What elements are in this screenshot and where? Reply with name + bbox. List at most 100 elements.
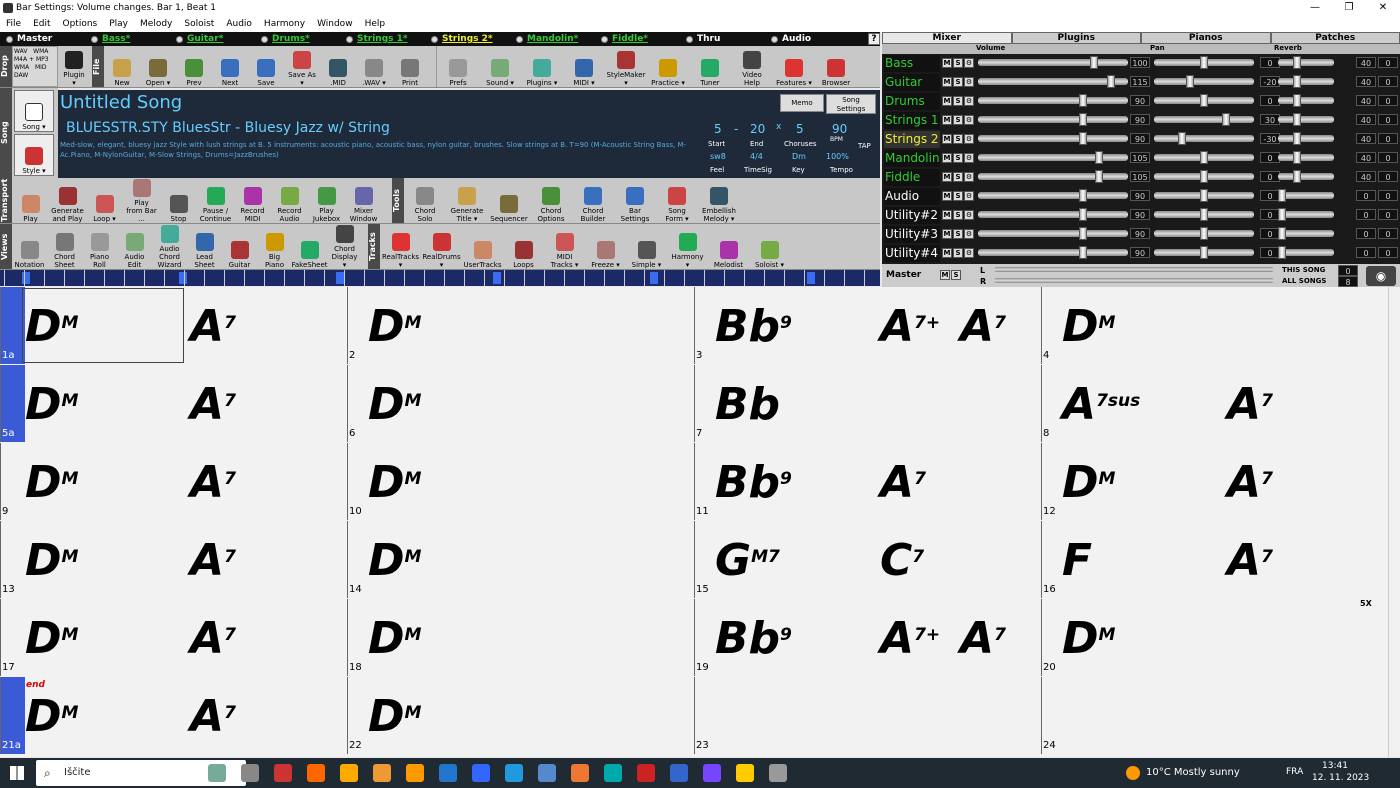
bar-13[interactable]: 13 DM A7 bbox=[0, 521, 347, 598]
solo-button[interactable]: S bbox=[953, 134, 963, 144]
taskbar-app-icon[interactable] bbox=[307, 764, 325, 782]
slider-knob[interactable] bbox=[1078, 132, 1087, 145]
chord-symbol[interactable]: DM bbox=[1062, 305, 1115, 349]
mixer-slider-r[interactable] bbox=[1278, 154, 1334, 161]
slider-knob[interactable] bbox=[1278, 208, 1286, 221]
solo-button[interactable]: S bbox=[953, 77, 963, 87]
mixer-slider-r[interactable] bbox=[1278, 78, 1334, 85]
slider-knob[interactable] bbox=[1200, 227, 1208, 240]
piano-roll-button[interactable]: Piano Roll bbox=[82, 224, 117, 269]
track-tab-audio[interactable]: Audio bbox=[765, 34, 850, 44]
record-audio-button[interactable]: Record Audio bbox=[271, 178, 308, 223]
midi-button[interactable]: MIDI ▾ bbox=[563, 46, 605, 87]
mixer-track-name[interactable]: Guitar bbox=[884, 74, 940, 91]
mixer-track-name[interactable]: Strings 1 bbox=[884, 112, 940, 129]
chord-symbol[interactable]: A7 bbox=[190, 305, 236, 349]
new-button[interactable]: New bbox=[104, 46, 140, 87]
record-midi-button[interactable]: Record MIDI bbox=[234, 178, 271, 223]
slider-knob[interactable] bbox=[1078, 94, 1087, 107]
track-tab-drums[interactable]: Drums* bbox=[255, 34, 340, 44]
play-jukebox-button[interactable]: Play Jukebox bbox=[308, 178, 345, 223]
mixer-value-r[interactable]: 40 bbox=[1356, 171, 1376, 182]
timeline-marker[interactable] bbox=[650, 272, 658, 284]
track-tab-strings-2[interactable]: Strings 2* bbox=[425, 34, 510, 44]
mixer-value-r[interactable]: 40 bbox=[1356, 95, 1376, 106]
next-button[interactable]: Next bbox=[212, 46, 248, 87]
eye-icon[interactable]: ◉ bbox=[1366, 266, 1396, 286]
menu-soloist[interactable]: Soloist bbox=[184, 19, 214, 29]
mixer-value-t[interactable]: 0 bbox=[1378, 76, 1398, 87]
bar-22[interactable]: 22 DM bbox=[347, 677, 694, 754]
slider-knob[interactable] bbox=[1200, 170, 1208, 183]
mixer-value-p[interactable]: -20 bbox=[1260, 76, 1280, 87]
wav-button[interactable]: .WAV ▾ bbox=[356, 46, 392, 87]
bar-9[interactable]: 9 DM A7 bbox=[0, 443, 347, 520]
loop-button[interactable]: Loop ▾ bbox=[86, 178, 123, 223]
chord-symbol[interactable]: GM7 bbox=[715, 539, 780, 583]
freeze-button[interactable]: Freeze ▾ bbox=[585, 224, 626, 269]
mixer-track-name[interactable]: Utility#2 bbox=[884, 207, 940, 224]
stylemaker-button[interactable]: StyleMaker ▾ bbox=[605, 46, 647, 87]
mixer-value-v[interactable]: 90 bbox=[1130, 95, 1150, 106]
slider-knob[interactable] bbox=[1078, 113, 1087, 126]
mixer-value-p[interactable]: 30 bbox=[1260, 114, 1280, 125]
chord-symbol[interactable]: DM bbox=[25, 461, 78, 505]
tempo-pct[interactable]: 100% bbox=[826, 152, 849, 161]
taskbar-app-icon[interactable] bbox=[472, 764, 490, 782]
slider-knob[interactable] bbox=[1293, 113, 1302, 126]
mixer-value-v[interactable]: 90 bbox=[1130, 247, 1150, 258]
bar-2[interactable]: 2 DM bbox=[347, 287, 694, 364]
menu-harmony[interactable]: Harmony bbox=[264, 19, 305, 29]
chord-symbol[interactable]: DM bbox=[1062, 617, 1115, 661]
mixer-track-name[interactable]: Utility#3 bbox=[884, 226, 940, 243]
chord-symbol[interactable]: F bbox=[1062, 539, 1092, 583]
prev-button[interactable]: Prev bbox=[176, 46, 212, 87]
menu-audio[interactable]: Audio bbox=[226, 19, 252, 29]
mixer-track-name[interactable]: Audio bbox=[884, 188, 940, 205]
mute-button[interactable]: M bbox=[942, 153, 952, 163]
help-button[interactable]: ? bbox=[868, 33, 880, 45]
settings-icon[interactable]: ⚙ bbox=[964, 134, 974, 144]
mixer-value-t[interactable]: 0 bbox=[1378, 133, 1398, 144]
settings-icon[interactable]: ⚙ bbox=[964, 248, 974, 258]
solo-button[interactable]: S bbox=[953, 210, 963, 220]
style-name[interactable]: BLUESSTR.STY BluesStr - Bluesy Jazz w/ S… bbox=[66, 120, 390, 136]
prefs-button[interactable]: Prefs bbox=[437, 46, 479, 87]
menu-edit[interactable]: Edit bbox=[33, 19, 50, 29]
chord-symbol[interactable]: A7 bbox=[1227, 461, 1273, 505]
slider-knob[interactable] bbox=[1200, 208, 1208, 221]
mixer-value-p[interactable]: 0 bbox=[1260, 171, 1280, 182]
slider-knob[interactable] bbox=[1278, 227, 1286, 240]
slider-knob[interactable] bbox=[1200, 189, 1208, 202]
chord-symbol[interactable]: DM bbox=[368, 305, 421, 349]
chord-symbol[interactable]: DM bbox=[368, 539, 421, 583]
song-timeline[interactable] bbox=[0, 270, 880, 286]
taskbar-app-icon[interactable] bbox=[274, 764, 292, 782]
pause-continue-button[interactable]: Pause / Continue bbox=[197, 178, 234, 223]
menu-melody[interactable]: Melody bbox=[140, 19, 172, 29]
stop-button[interactable]: Stop bbox=[160, 178, 197, 223]
taskbar-app-icon[interactable] bbox=[538, 764, 556, 782]
weather-icon[interactable] bbox=[1126, 766, 1140, 780]
tap-button[interactable]: TAP bbox=[858, 142, 871, 150]
track-tab-strings-1[interactable]: Strings 1* bbox=[340, 34, 425, 44]
slider-knob[interactable] bbox=[1078, 208, 1087, 221]
settings-icon[interactable]: ⚙ bbox=[964, 210, 974, 220]
track-tab-guitar[interactable]: Guitar* bbox=[170, 34, 255, 44]
bar-11[interactable]: 11 Bb9 A7 bbox=[694, 443, 1041, 520]
mute-button[interactable]: M bbox=[942, 248, 952, 258]
master-mute[interactable]: M bbox=[940, 270, 950, 280]
features-button[interactable]: Features ▾ bbox=[773, 46, 815, 87]
chord-symbol[interactable]: DM bbox=[368, 695, 421, 739]
usertracks-button[interactable]: UserTracks bbox=[462, 224, 503, 269]
mixer-track-name[interactable]: Utility#4 bbox=[884, 245, 940, 262]
start-value[interactable]: 5 bbox=[714, 122, 722, 136]
mixer-value-p[interactable]: -30 bbox=[1260, 133, 1280, 144]
song-form-button[interactable]: Song Form ▾ bbox=[656, 178, 698, 223]
slider-knob[interactable] bbox=[1293, 170, 1302, 183]
mixer-value-v[interactable]: 100 bbox=[1130, 57, 1150, 68]
mixer-slider-v[interactable] bbox=[978, 59, 1128, 66]
chord-symbol[interactable]: A7 bbox=[190, 383, 236, 427]
taskbar-app-icon[interactable] bbox=[241, 764, 259, 782]
realtracks-button[interactable]: RealTracks ▾ bbox=[380, 224, 421, 269]
